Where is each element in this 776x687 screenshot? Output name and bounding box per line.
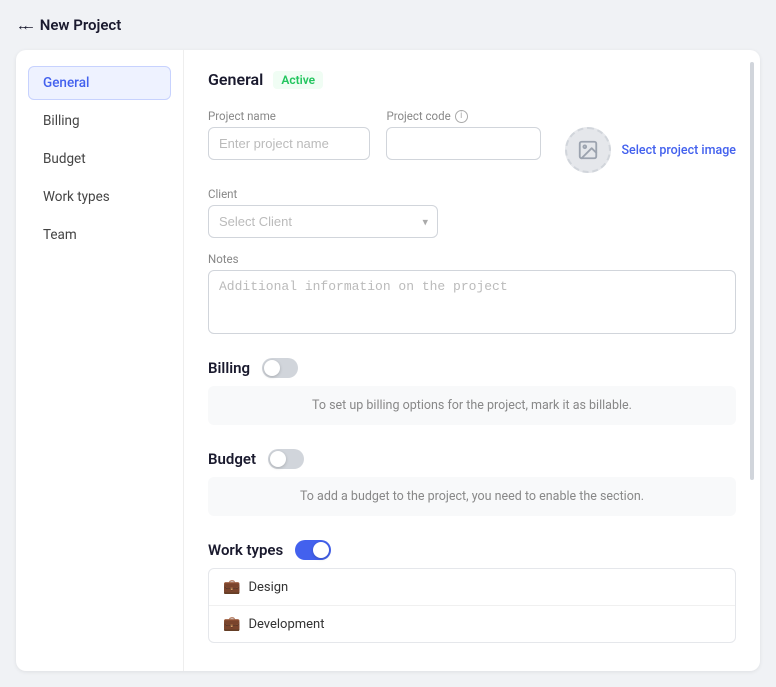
image-upload-circle[interactable] xyxy=(565,127,611,173)
budget-section: Budget To add a budget to the project, y… xyxy=(208,449,736,516)
budget-toggle[interactable] xyxy=(268,449,304,469)
project-code-label: Project code xyxy=(386,109,450,123)
scrollbar-thumb[interactable] xyxy=(750,62,754,480)
sidebar-item-general[interactable]: General xyxy=(28,66,171,100)
work-types-row: Work types xyxy=(208,540,736,560)
work-types-list: 💼 Design 💼 Development xyxy=(208,568,736,643)
project-code-input[interactable]: PR-01 xyxy=(386,127,541,160)
sidebar-item-budget[interactable]: Budget xyxy=(28,142,171,176)
client-select-wrapper: Select Client ▾ xyxy=(208,205,438,238)
select-image-label[interactable]: Select project image xyxy=(621,143,736,158)
work-type-item-design: 💼 Design xyxy=(209,569,735,606)
budget-label: Budget xyxy=(208,450,256,468)
notes-label: Notes xyxy=(208,252,736,266)
work-type-item-development: 💼 Development xyxy=(209,606,735,642)
client-label: Client xyxy=(208,187,438,201)
status-badge: Active xyxy=(273,71,323,89)
billing-info-text: To set up billing options for the projec… xyxy=(312,398,632,413)
sidebar: General Billing Budget Work types Team xyxy=(16,50,184,671)
work-types-label: Work types xyxy=(208,541,283,559)
work-type-development-label: Development xyxy=(248,617,324,632)
briefcase-icon-development: 💼 xyxy=(223,616,240,632)
billing-row: Billing xyxy=(208,358,736,378)
client-group: Client Select Client ▾ xyxy=(208,187,438,238)
sidebar-item-work-types[interactable]: Work types xyxy=(28,180,171,214)
client-select[interactable]: Select Client xyxy=(208,205,438,238)
notes-group: Notes xyxy=(208,252,736,334)
billing-toggle-knob xyxy=(264,360,280,376)
budget-row: Budget xyxy=(208,449,736,469)
billing-info-box: To set up billing options for the projec… xyxy=(208,386,736,425)
sidebar-item-team[interactable]: Team xyxy=(28,218,171,252)
notes-textarea[interactable] xyxy=(208,270,736,334)
work-type-design-label: Design xyxy=(248,580,288,595)
work-types-toggle-knob xyxy=(313,542,329,558)
billing-toggle[interactable] xyxy=(262,358,298,378)
billing-label: Billing xyxy=(208,359,250,377)
work-types-toggle[interactable] xyxy=(295,540,331,560)
project-code-info-icon[interactable]: i xyxy=(455,110,468,123)
billing-section: Billing To set up billing options for th… xyxy=(208,358,736,425)
scrollbar-track xyxy=(750,50,756,671)
briefcase-icon-design: 💼 xyxy=(223,579,240,595)
budget-info-box: To add a budget to the project, you need… xyxy=(208,477,736,516)
image-upload-area: Select project image xyxy=(565,127,736,173)
general-header: General Active xyxy=(208,70,736,89)
sidebar-item-billing[interactable]: Billing xyxy=(28,104,171,138)
project-code-group: Project code i PR-01 xyxy=(386,109,541,160)
general-title: General xyxy=(208,70,263,89)
project-name-input[interactable] xyxy=(208,127,370,160)
main-content: General Active Project name Project code… xyxy=(184,50,760,671)
name-code-row: Project name Project code i PR-01 xyxy=(208,109,736,173)
budget-info-text: To add a budget to the project, you need… xyxy=(300,489,644,504)
project-name-label: Project name xyxy=(208,109,370,123)
project-name-group: Project name xyxy=(208,109,370,160)
page-title: ← New Project xyxy=(21,16,121,34)
budget-toggle-knob xyxy=(270,451,286,467)
work-types-section: Work types 💼 Design 💼 Development xyxy=(208,540,736,643)
client-row: Client Select Client ▾ xyxy=(208,187,736,238)
